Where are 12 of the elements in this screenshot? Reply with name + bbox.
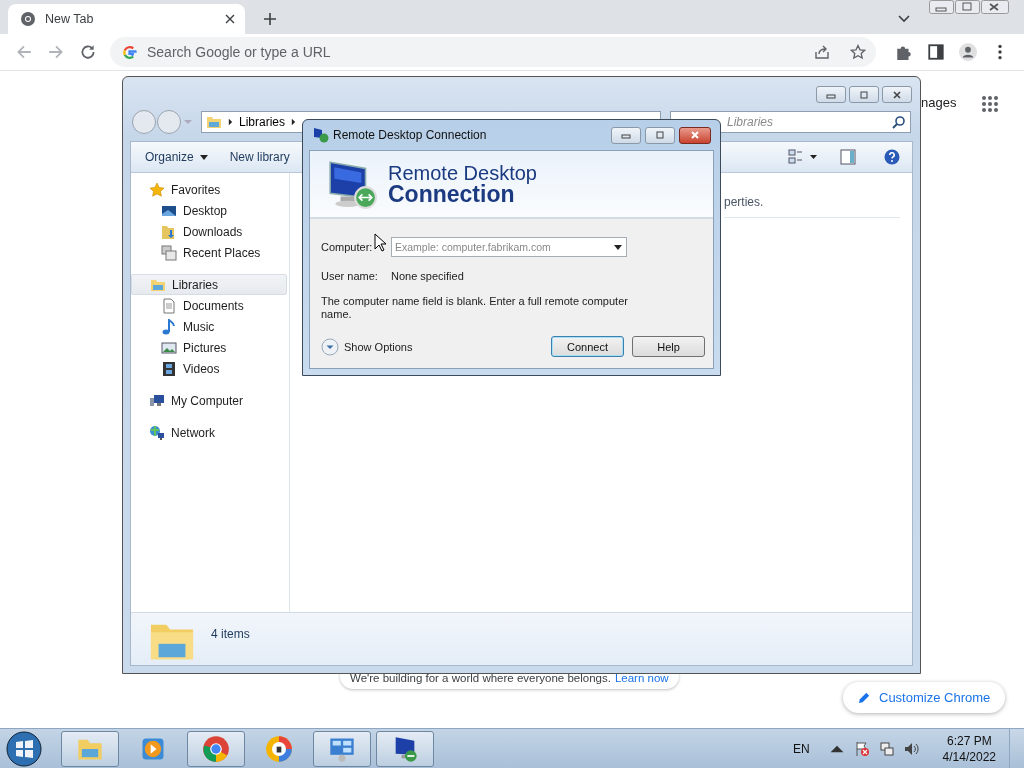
time-text: 6:27 PM: [946, 733, 992, 748]
library-hint-text: perties.: [724, 195, 765, 209]
user-name-value: None specified: [391, 270, 464, 282]
notice-text: We're building for a world where everyone belongs.: [350, 672, 611, 684]
status-message: The computer name field is blank. Enter a full remote computer name.: [321, 295, 629, 321]
item-count: 4 items: [211, 627, 250, 641]
field-label: Computer:: [321, 241, 373, 253]
date-text: 4/14/2022: [942, 749, 996, 764]
field-label: User name:: [321, 270, 378, 282]
dialog-heading: Connection: [388, 182, 515, 206]
dialog-heading: Remote Desktop: [388, 162, 537, 183]
window-title: Remote Desktop Connection: [333, 128, 487, 142]
